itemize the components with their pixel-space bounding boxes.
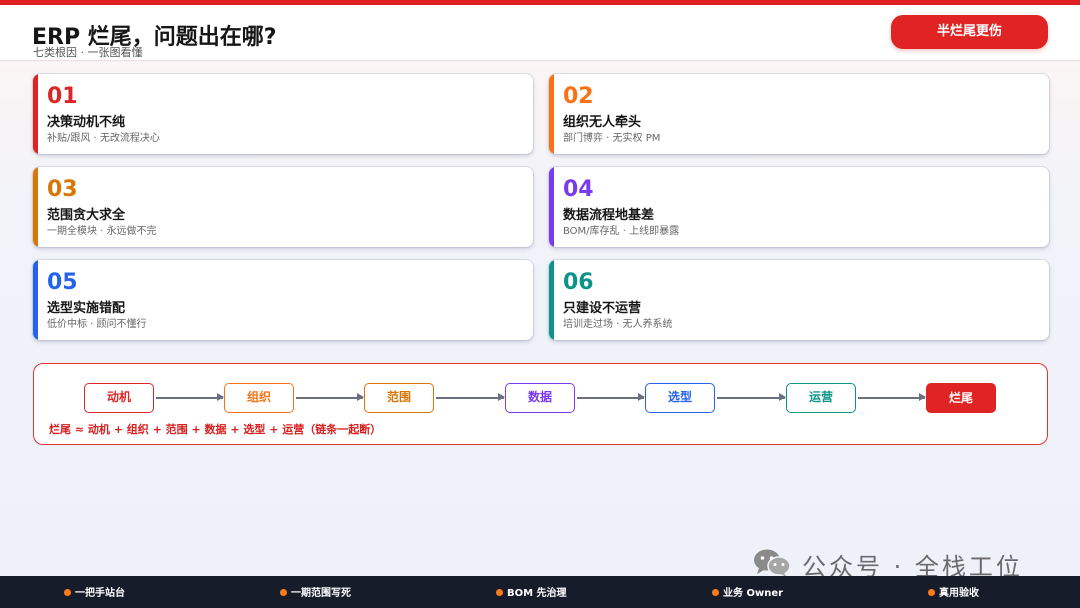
footer-item: 一把手站台 bbox=[64, 584, 125, 599]
card-description: BOM/库存乱 · 上线即暴露 bbox=[563, 226, 680, 237]
cause-card-01: 01 决策动机不纯 补贴/跟风 · 无改流程决心 bbox=[33, 74, 533, 154]
cause-card-05: 05 选型实施错配 低价中标 · 顾问不懂行 bbox=[33, 260, 533, 340]
card-title: 选型实施错配 bbox=[47, 301, 126, 316]
chain-node-motive: 动机 bbox=[84, 383, 154, 413]
bullet-dot-icon bbox=[496, 589, 503, 596]
half-abandoned-button[interactable]: 半烂尾更伤 bbox=[891, 15, 1048, 49]
card-number: 06 bbox=[563, 270, 594, 295]
footer-item-label: BOM 先治理 bbox=[507, 588, 567, 599]
footer-item: 一期范围写死 bbox=[280, 584, 351, 599]
card-title: 范围贪大求全 bbox=[47, 208, 126, 223]
chain-node-operation: 运营 bbox=[786, 383, 856, 413]
chain-arrow bbox=[717, 394, 786, 400]
chain-arrow bbox=[296, 394, 364, 400]
chain-node-data: 数据 bbox=[505, 383, 575, 413]
footer-item-label: 一期范围写死 bbox=[291, 588, 351, 599]
chain-arrow bbox=[858, 394, 926, 400]
footer-item: 业务 Owner bbox=[712, 584, 783, 599]
cause-chain-panel: 动机 组织 范围 数据 选型 运营 烂尾 烂尾 ≈ 动机 + 组织 + 范围 +… bbox=[33, 363, 1048, 445]
cause-card-02: 02 组织无人牵头 部门博弈 · 无实权 PM bbox=[549, 74, 1049, 154]
footer-item-label: 业务 Owner bbox=[723, 588, 784, 599]
bullet-dot-icon bbox=[928, 589, 935, 596]
header: ERP 烂尾，问题出在哪? 七类根因 · 一张图看懂 半烂尾更伤 bbox=[0, 5, 1080, 61]
card-number: 05 bbox=[47, 270, 78, 295]
card-number: 02 bbox=[563, 84, 594, 109]
card-accent-bar bbox=[549, 260, 554, 340]
card-accent-bar bbox=[549, 167, 554, 247]
bullet-dot-icon bbox=[712, 589, 719, 596]
chain-arrow bbox=[436, 394, 505, 400]
footer-bar: 一把手站台 一期范围写死 BOM 先治理 业务 Owner 真用验收 bbox=[0, 576, 1080, 608]
footer-item-label: 一把手站台 bbox=[75, 588, 125, 599]
card-number: 01 bbox=[47, 84, 78, 109]
bullet-dot-icon bbox=[64, 589, 71, 596]
card-description: 培训走过场 · 无人养系统 bbox=[563, 319, 673, 330]
footer-item-label: 真用验收 bbox=[939, 588, 979, 599]
footer-item: 真用验收 bbox=[928, 584, 979, 599]
chain-arrow bbox=[577, 394, 645, 400]
chain-formula-note: 烂尾 ≈ 动机 + 组织 + 范围 + 数据 + 选型 + 运营（链条一起断） bbox=[49, 423, 382, 436]
cause-card-06: 06 只建设不运营 培训走过场 · 无人养系统 bbox=[549, 260, 1049, 340]
page-subtitle: 七类根因 · 一张图看懂 bbox=[33, 46, 143, 59]
cause-card-03: 03 范围贪大求全 一期全模块 · 永远做不完 bbox=[33, 167, 533, 247]
card-accent-bar bbox=[33, 260, 38, 340]
footer-item: BOM 先治理 bbox=[496, 584, 567, 599]
chain-node-organization: 组织 bbox=[224, 383, 294, 413]
bullet-dot-icon bbox=[280, 589, 287, 596]
chain-node-selection: 选型 bbox=[645, 383, 715, 413]
chain-arrow bbox=[156, 394, 224, 400]
card-accent-bar bbox=[33, 74, 38, 154]
wechat-icon bbox=[754, 549, 791, 578]
card-description: 低价中标 · 顾问不懂行 bbox=[47, 319, 147, 330]
card-title: 决策动机不纯 bbox=[47, 115, 126, 130]
card-description: 补贴/跟风 · 无改流程决心 bbox=[47, 133, 160, 144]
card-title: 组织无人牵头 bbox=[563, 115, 642, 130]
card-accent-bar bbox=[549, 74, 554, 154]
cause-card-04: 04 数据流程地基差 BOM/库存乱 · 上线即暴露 bbox=[549, 167, 1049, 247]
chain-node-abandoned: 烂尾 bbox=[926, 383, 996, 413]
card-description: 一期全模块 · 永远做不完 bbox=[47, 226, 157, 237]
card-title: 只建设不运营 bbox=[563, 301, 642, 316]
card-number: 04 bbox=[563, 177, 594, 202]
card-title: 数据流程地基差 bbox=[563, 208, 655, 223]
card-number: 03 bbox=[47, 177, 78, 202]
chain-node-scope: 范围 bbox=[364, 383, 434, 413]
card-description: 部门博弈 · 无实权 PM bbox=[563, 133, 661, 144]
card-accent-bar bbox=[33, 167, 38, 247]
